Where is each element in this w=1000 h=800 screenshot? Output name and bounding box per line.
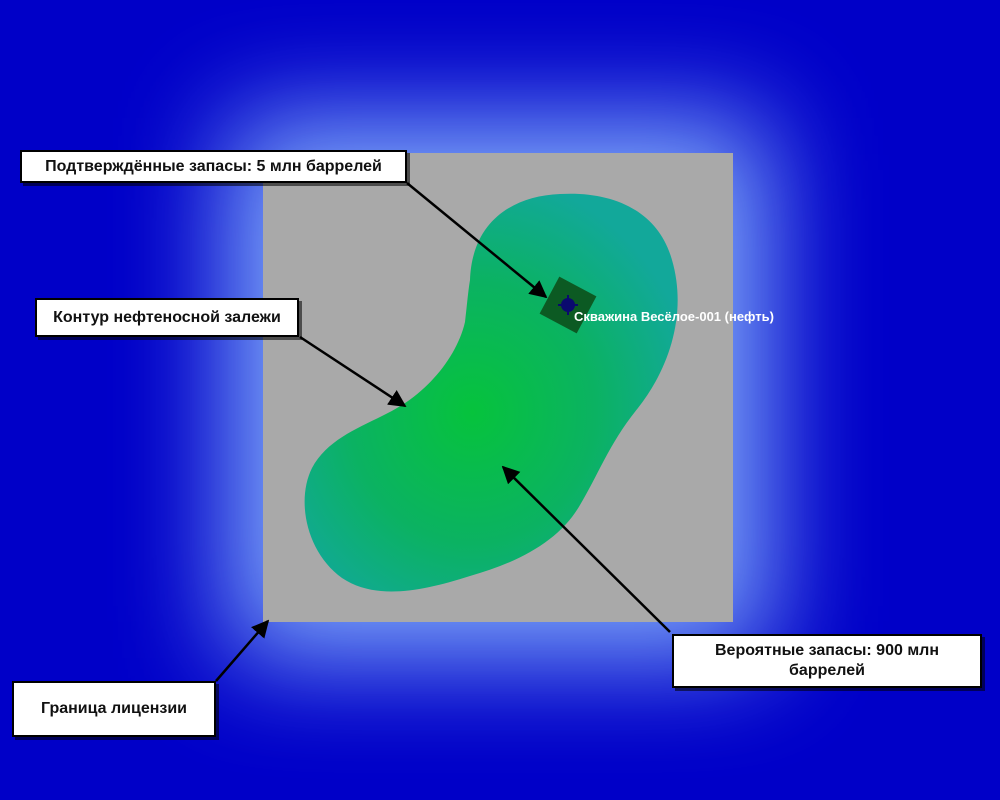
- probable-reserves-callout: Вероятные запасы: 900 млн баррелей: [672, 634, 982, 688]
- well-label: Скважина Весёлое-001 (нефть): [574, 309, 774, 324]
- proven-reserves-callout: Подтверждённые запасы: 5 млн баррелей: [20, 150, 407, 183]
- oil-contour-callout: Контур нефтеносной залежи: [35, 298, 299, 337]
- map-canvas: Скважина Весёлое-001 (нефть) Подтверждён…: [0, 0, 1000, 800]
- license-boundary-callout: Граница лицензии: [12, 681, 216, 737]
